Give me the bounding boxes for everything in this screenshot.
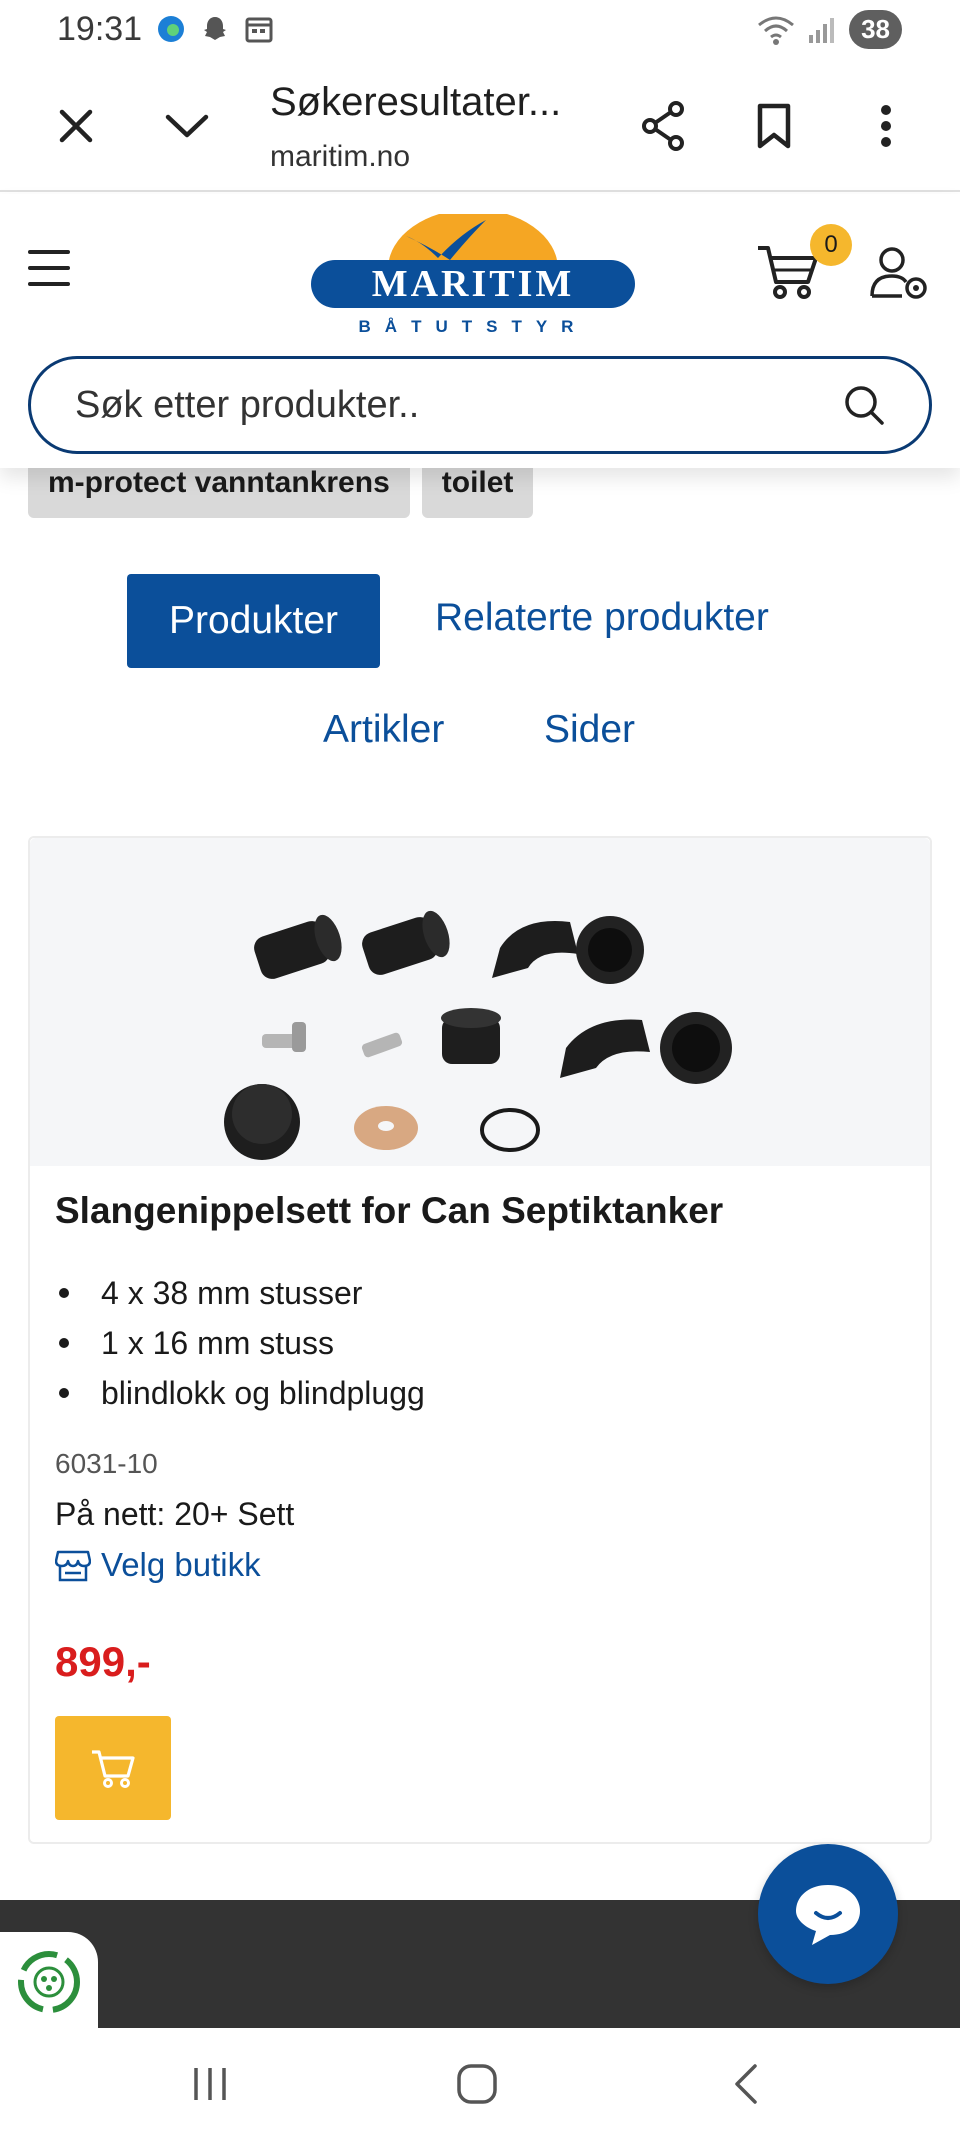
feature-item: blindlokk og blindplugg bbox=[55, 1368, 425, 1418]
feature-item: 1 x 16 mm stuss bbox=[55, 1318, 425, 1368]
logo-text: MARITIM bbox=[372, 263, 575, 305]
status-bar: 19:31 38 bbox=[0, 0, 960, 60]
browser-toolbar: Søkeresultater... maritim.no bbox=[0, 60, 960, 192]
page-url[interactable]: maritim.no bbox=[270, 140, 410, 174]
cork-gasket bbox=[354, 1106, 418, 1150]
minimize-button[interactable] bbox=[151, 90, 223, 162]
account-settings-button[interactable] bbox=[868, 246, 932, 302]
choose-store-label: Velg butikk bbox=[101, 1546, 261, 1583]
share-icon bbox=[642, 101, 684, 151]
logo-subtext: BÅTUTSTYR bbox=[359, 317, 588, 336]
close-icon bbox=[59, 109, 93, 143]
chat-button[interactable] bbox=[758, 1844, 898, 1984]
status-time: 19:31 bbox=[57, 10, 143, 48]
system-navigation-bar bbox=[0, 2028, 960, 2140]
elbow-fitting-2 bbox=[560, 1012, 732, 1084]
hose-nipple-2 bbox=[362, 910, 450, 975]
tab-products[interactable]: Produkter bbox=[127, 574, 380, 668]
signal-icon bbox=[809, 17, 835, 43]
metal-straight-fitting bbox=[361, 1032, 403, 1058]
product-price: 899,- bbox=[55, 1638, 151, 1685]
more-options-button[interactable] bbox=[850, 90, 922, 162]
home-icon bbox=[457, 2064, 497, 2104]
cart-count-badge: 0 bbox=[810, 224, 852, 266]
menu-button[interactable] bbox=[28, 250, 72, 294]
chat-bubble-icon bbox=[796, 1885, 860, 1945]
product-card: Slangenippelsett for Can Septiktanker 4 … bbox=[28, 836, 932, 1844]
hose-nipple-1 bbox=[254, 914, 342, 979]
store-icon bbox=[55, 1550, 91, 1582]
recent-apps-button[interactable] bbox=[180, 2054, 240, 2114]
wifi-icon bbox=[758, 16, 795, 45]
system-icons: 38 bbox=[757, 10, 902, 49]
battery-indicator: 38 bbox=[849, 10, 902, 49]
home-button[interactable] bbox=[447, 2054, 507, 2114]
stock-status: På nett: 20+ Sett bbox=[55, 1496, 295, 1532]
hamburger-line bbox=[28, 282, 70, 286]
more-vertical-icon bbox=[881, 105, 891, 147]
tab-articles[interactable]: Artikler bbox=[323, 708, 444, 752]
metal-elbow-fitting bbox=[262, 1022, 306, 1052]
hamburger-line bbox=[28, 266, 70, 270]
product-sku: 6031-10 bbox=[55, 1448, 158, 1479]
share-button[interactable] bbox=[627, 90, 699, 162]
back-icon bbox=[735, 2064, 757, 2104]
product-title[interactable]: Slangenippelsett for Can Septiktanker bbox=[55, 1190, 723, 1232]
chevron-down-icon bbox=[165, 114, 209, 138]
shopping-cart-icon bbox=[92, 1750, 135, 1788]
bookmark-button[interactable] bbox=[738, 90, 810, 162]
blind-cap bbox=[224, 1084, 300, 1160]
hamburger-line bbox=[28, 250, 70, 254]
recent-apps-icon bbox=[194, 2068, 226, 2100]
search-input[interactable]: Søk etter produkter.. bbox=[75, 384, 843, 427]
site-header: MARITIM BÅTUTSTYR 0 Søk etter produkter.… bbox=[0, 194, 960, 468]
recycle-icon bbox=[18, 1951, 80, 2013]
edge-icon bbox=[158, 16, 184, 42]
bookmark-icon bbox=[757, 103, 791, 149]
search-icon[interactable] bbox=[843, 384, 885, 426]
product-image[interactable] bbox=[30, 838, 930, 1166]
search-bar[interactable]: Søk etter produkter.. bbox=[28, 356, 932, 454]
page-title: Søkeresultater... bbox=[270, 80, 562, 124]
close-tab-button[interactable] bbox=[40, 90, 112, 162]
add-to-cart-button[interactable] bbox=[55, 1716, 171, 1820]
back-button[interactable] bbox=[716, 2054, 776, 2114]
tab-pages[interactable]: Sider bbox=[544, 708, 635, 752]
choose-store-link[interactable]: Velg butikk bbox=[55, 1546, 261, 1584]
snapchat-icon bbox=[204, 17, 226, 40]
maritim-logo[interactable]: MARITIM BÅTUTSTYR bbox=[310, 209, 636, 339]
feature-item: 4 x 38 mm stusser bbox=[55, 1268, 425, 1318]
user-settings-icon bbox=[870, 247, 927, 299]
o-ring bbox=[480, 1108, 540, 1152]
eco-badge[interactable] bbox=[0, 1932, 98, 2032]
elbow-fitting-1 bbox=[492, 916, 644, 984]
blind-plug bbox=[441, 1008, 501, 1064]
calendar-icon bbox=[245, 17, 273, 43]
tab-related-products[interactable]: Relaterte produkter bbox=[435, 596, 769, 640]
notification-icons bbox=[156, 14, 274, 44]
product-features: 4 x 38 mm stusser 1 x 16 mm stuss blindl… bbox=[55, 1268, 425, 1418]
